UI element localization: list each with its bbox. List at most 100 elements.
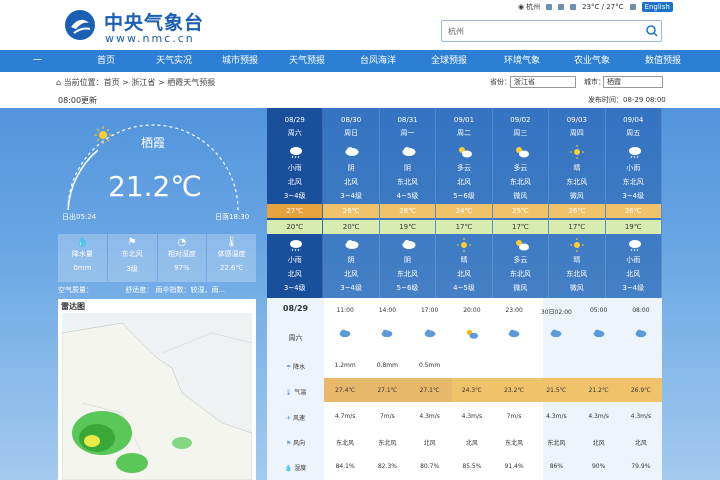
weibo-icon[interactable] bbox=[546, 4, 553, 10]
province-select[interactable]: 浙江省 bbox=[510, 76, 576, 88]
day-date: 09/03 bbox=[566, 116, 587, 124]
day-high: 24℃ bbox=[436, 204, 492, 218]
day-date: 08/31 bbox=[397, 116, 418, 124]
day-weather: 多云 bbox=[456, 164, 471, 172]
hourly-wind: ✈ 风速 4.7m/s 7m/s 4.3m/s 4.3m/s 7m/s 4.3m/s 4.3m… bbox=[267, 413, 662, 422]
forecast-day[interactable]: 08/31 周一 阴 东北风 4~5级 28℃ 19℃ 阴 东北风 5~6级 bbox=[379, 108, 437, 298]
hourly-wind-dir-value: 东北风 bbox=[547, 440, 566, 447]
hourly-temp-value: 26.9℃ bbox=[630, 387, 651, 394]
wdir-label: ⚑ 风向 bbox=[285, 440, 306, 447]
city-label: 城市： bbox=[584, 78, 605, 86]
comfort-label[interactable]: 舒适度： bbox=[125, 286, 153, 294]
site-url: www.nmc.cn bbox=[105, 32, 195, 45]
night-weather-icon bbox=[457, 238, 472, 254]
hourly-humidity: 💧 湿度 84.1% 82.3% 80.7% 85.5% 91.4% 86% 90% 79.9% bbox=[267, 463, 662, 472]
hourly-temp-value: 24.3℃ bbox=[461, 387, 482, 394]
app-icon[interactable] bbox=[558, 4, 565, 10]
nav-menu[interactable]: 一 bbox=[0, 50, 75, 72]
thermo-icon: 🌡 bbox=[284, 389, 295, 396]
stat-wind: ⚑ 东北风 3级 bbox=[107, 234, 157, 282]
day-low: 20℃ bbox=[267, 220, 323, 234]
forecast-day[interactable]: 08/29 周六 小雨 北风 3~4级 27℃ 20℃ 小雨 北风 3~4级 bbox=[267, 108, 324, 298]
night-weather-icon bbox=[288, 238, 304, 254]
night-weather: 小雨 bbox=[287, 256, 302, 264]
hourly-weather-icon bbox=[578, 328, 620, 342]
nav-typhoon[interactable]: 台风海洋 bbox=[345, 50, 411, 72]
day-weather: 小雨 bbox=[626, 164, 641, 172]
hourly-temp-value: 27.4℃ bbox=[335, 387, 356, 394]
nav-global[interactable]: 全球预报 bbox=[411, 50, 487, 72]
hourly-time: 14:00 bbox=[378, 307, 397, 314]
hourly-humidity-value: 79.9% bbox=[631, 463, 651, 470]
city-select[interactable]: 栖霞 bbox=[603, 76, 663, 88]
radar-map[interactable] bbox=[62, 313, 252, 480]
nav-forecast[interactable]: 天气预报 bbox=[269, 50, 345, 72]
night-wind-dir: 北风 bbox=[456, 270, 471, 278]
hourly-wind-value: 7m/s bbox=[379, 413, 395, 420]
hourly-wind-dir: ⚑ 风向 东北风 东北风 北风 北风 东北风 东北风 北风 北风 bbox=[267, 438, 662, 447]
nav-city-forecast[interactable]: 城市预报 bbox=[211, 50, 269, 72]
day-high: 26℃ bbox=[323, 204, 379, 218]
hourly-wind-dir-value: 东北风 bbox=[336, 440, 355, 447]
day-week: 周六 bbox=[287, 129, 302, 137]
search-input[interactable]: 杭州 bbox=[441, 20, 662, 42]
weather-icon[interactable] bbox=[570, 4, 577, 10]
day-date: 08/29 bbox=[284, 116, 305, 124]
hourly-rain-value bbox=[620, 362, 662, 371]
nav-home[interactable]: 首页 bbox=[75, 50, 137, 72]
forecast-day[interactable]: 09/04 周五 小雨 东北风 3~4级 26℃ 19℃ 小雨 北风 3~4级 bbox=[605, 108, 662, 298]
day-high: 25℃ bbox=[492, 204, 549, 218]
forecast-day[interactable]: 09/03 周四 晴 东北风 微风 26℃ 17℃ 晴 东北风 微风 bbox=[549, 108, 606, 298]
phone-icon[interactable] bbox=[629, 4, 636, 10]
hourly-weather-icon bbox=[366, 328, 408, 342]
update-time: 08:00更新 bbox=[58, 96, 98, 105]
site-title[interactable]: 中央气象台 bbox=[104, 8, 204, 35]
day-week: 周三 bbox=[513, 129, 528, 137]
night-wind-dir: 北风 bbox=[626, 270, 641, 278]
nmc-logo-icon[interactable] bbox=[64, 9, 96, 41]
day-week: 周五 bbox=[626, 129, 641, 137]
day-high: 27℃ bbox=[267, 204, 323, 218]
day-date: 09/04 bbox=[623, 116, 644, 124]
night-weather: 阴 bbox=[404, 256, 412, 264]
hourly-rain-value bbox=[493, 362, 535, 371]
current-temperature: 21.2℃ bbox=[108, 170, 202, 203]
night-wind-dir: 北风 bbox=[287, 270, 302, 278]
night-wind-dir: 东北风 bbox=[397, 270, 419, 278]
day-week: 周二 bbox=[456, 129, 471, 137]
hourly-humidity-value: 85.5% bbox=[462, 463, 482, 470]
hourly-wind-value: 4.7m/s bbox=[334, 413, 356, 420]
hourly-wind-value: 4.3m/s bbox=[588, 413, 609, 420]
night-wind-scale: 微风 bbox=[513, 284, 528, 292]
night-wind-dir: 东北风 bbox=[566, 270, 588, 278]
publish-time: 发布时间：08-29 08:00 bbox=[588, 96, 666, 104]
day-weather: 阴 bbox=[404, 164, 412, 172]
nav-environment[interactable]: 环境气象 bbox=[487, 50, 557, 72]
night-wind-scale: 3~4级 bbox=[283, 284, 306, 292]
day-low: 19℃ bbox=[379, 220, 436, 234]
day-wind-dir: 东北风 bbox=[509, 178, 531, 186]
nav-agriculture[interactable]: 农业气象 bbox=[557, 50, 627, 72]
english-button[interactable]: English bbox=[641, 2, 673, 12]
umbrella-index[interactable]: 雨伞指数：较湿，雨... bbox=[155, 286, 225, 294]
aqi-label[interactable]: 空气质量： bbox=[58, 286, 93, 294]
night-weather-icon bbox=[570, 238, 585, 254]
hourly-rain: ☂ 降水 1.2mm 0.8mm 0.5mm bbox=[267, 362, 662, 371]
temp-label: 🌡 气温 bbox=[284, 389, 307, 396]
day-low: 17℃ bbox=[549, 220, 605, 234]
night-weather-icon bbox=[401, 238, 417, 252]
day-weather-icon bbox=[570, 145, 585, 161]
search-icon[interactable] bbox=[645, 24, 659, 38]
location-link[interactable]: ◉ 杭州 bbox=[518, 2, 540, 12]
sunset-time: 日落18:30 bbox=[215, 213, 250, 221]
main-nav: 一 首页 天气实况 城市预报 天气预报 台风海洋 全球预报 环境气象 农业气象 … bbox=[0, 50, 720, 72]
forecast-day[interactable]: 09/02 周三 多云 东北风 微风 25℃ 17℃ 多云 东北风 微风 bbox=[492, 108, 550, 298]
nav-observation[interactable]: 天气实况 bbox=[137, 50, 211, 72]
forecast-day[interactable]: 09/01 周二 多云 北风 5~6级 24℃ 17℃ 晴 北风 4~5级 bbox=[436, 108, 493, 298]
nav-nwp[interactable]: 数值预报 bbox=[627, 50, 699, 72]
hourly-wind-dir-value: 东北风 bbox=[378, 440, 397, 447]
forecast-day[interactable]: 08/30 周日 阴 北风 3~4级 26℃ 20℃ 阴 北风 3~4级 bbox=[323, 108, 380, 298]
home-icon[interactable]: ⌂ bbox=[56, 78, 64, 87]
day-week: 周一 bbox=[400, 129, 415, 137]
hourly-wind-dir-value: 北风 bbox=[592, 440, 605, 447]
